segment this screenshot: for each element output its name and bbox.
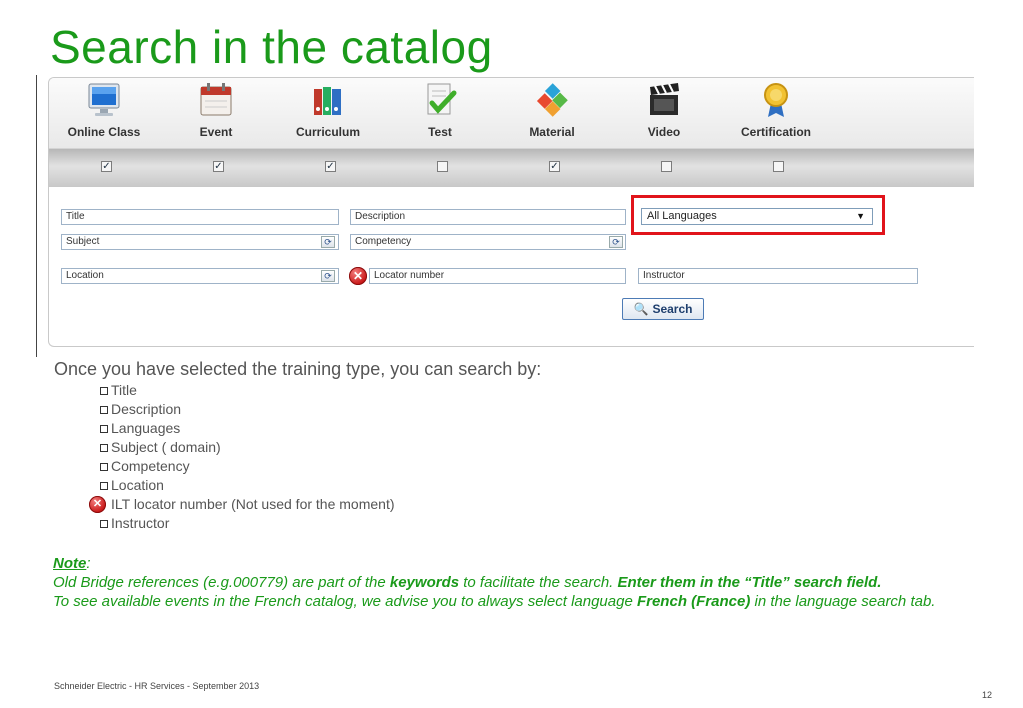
checkbox-event[interactable]: ✓ <box>213 161 224 172</box>
note-block: Note: Old Bridge references (e.g.000779)… <box>53 554 983 611</box>
title-field[interactable]: Title <box>61 209 339 225</box>
intro-text: Once you have selected the training type… <box>54 359 542 379</box>
criteria-label: Title <box>111 382 137 398</box>
type-label: Online Class <box>67 125 141 139</box>
type-label: Test <box>428 125 452 139</box>
criteria-label: Competency <box>111 458 190 474</box>
note-line-2: To see available events in the French ca… <box>53 593 936 610</box>
magnifier-icon: 🔍 <box>633 302 649 316</box>
criteria-label: ILT locator number (Not used for the mom… <box>111 496 395 512</box>
search-button[interactable]: 🔍 Search <box>622 298 704 320</box>
checkbox-video[interactable] <box>661 161 672 172</box>
monitor-icon <box>88 83 120 116</box>
type-label: Curriculum <box>295 125 360 139</box>
type-label: Certification <box>740 125 811 139</box>
criteria-label: Subject ( domain) <box>111 439 221 455</box>
criteria-label: Location <box>111 477 164 493</box>
disabled-x-icon: ✕ <box>89 496 106 513</box>
subject-field[interactable]: Subject <box>61 234 339 250</box>
location-field[interactable]: Location <box>61 268 339 284</box>
checkbox-online-class[interactable]: ✓ <box>101 161 112 172</box>
type-label: Event <box>199 125 233 139</box>
checkbox-test[interactable] <box>437 161 448 172</box>
binders-icon <box>314 87 341 115</box>
training-type-bar: Online Class Event Curriculum Test Mater… <box>49 78 974 149</box>
type-label: Video <box>647 125 681 139</box>
language-select[interactable]: All Languages ▼ <box>641 208 873 225</box>
checkbox-curriculum[interactable]: ✓ <box>325 161 336 172</box>
type-label: Material <box>529 125 575 139</box>
list-item: Title <box>100 381 395 400</box>
slide-title: Search in the catalog <box>50 21 493 73</box>
type-checkbox-bar: ✓ ✓ ✓ ✓ <box>49 149 974 187</box>
list-item: Description <box>100 400 395 419</box>
criteria-label: Languages <box>111 420 181 436</box>
page-number: 12 <box>982 690 993 700</box>
list-item: Subject ( domain) <box>100 438 395 457</box>
chevron-down-icon: ▼ <box>856 211 865 221</box>
search-button-label: Search <box>652 302 693 316</box>
list-item: Instructor <box>100 514 395 533</box>
note-line-1: Old Bridge references (e.g.000779) are p… <box>53 574 882 591</box>
cubes-icon <box>536 83 568 117</box>
checkbox-bullet-icon <box>100 444 108 452</box>
checkbox-bullet-icon <box>100 406 108 414</box>
competency-field[interactable]: Competency <box>350 234 626 250</box>
competency-lookup-icon[interactable]: ⟳ <box>609 236 623 248</box>
criteria-label: Instructor <box>111 515 170 531</box>
criteria-label: Description <box>111 401 182 417</box>
checkbox-bullet-icon <box>100 463 108 471</box>
checkbox-bullet-icon <box>100 387 108 395</box>
test-sheet-icon <box>427 83 457 115</box>
catalog-search-panel: Online Class Event Curriculum Test Mater… <box>48 77 974 347</box>
criteria-list: Title Description Languages Subject ( do… <box>89 381 395 533</box>
checkbox-bullet-icon <box>100 482 108 490</box>
description-field[interactable]: Description <box>350 209 626 225</box>
subject-lookup-icon[interactable]: ⟳ <box>321 236 335 248</box>
disabled-x-icon: ✕ <box>349 267 367 285</box>
instructor-field[interactable]: Instructor <box>638 268 918 284</box>
medal-icon <box>764 83 788 117</box>
checkbox-bullet-icon <box>100 425 108 433</box>
left-divider <box>36 75 37 357</box>
location-lookup-icon[interactable]: ⟳ <box>321 270 335 282</box>
checkbox-certification[interactable] <box>773 161 784 172</box>
clapperboard-icon <box>650 83 679 115</box>
list-item: ✕ ILT locator number (Not used for the m… <box>89 495 395 514</box>
language-value: All Languages <box>647 210 717 222</box>
list-item: Competency <box>100 457 395 476</box>
note-heading: Note: <box>53 555 91 572</box>
calendar-icon <box>200 83 232 116</box>
list-item: Languages <box>100 419 395 438</box>
footer-text: Schneider Electric - HR Services - Septe… <box>54 681 260 691</box>
checkbox-material[interactable]: ✓ <box>549 161 560 172</box>
language-highlight: All Languages ▼ <box>631 195 885 235</box>
checkbox-bullet-icon <box>100 520 108 528</box>
list-item: Location <box>100 476 395 495</box>
locator-number-field[interactable]: Locator number <box>369 268 626 284</box>
